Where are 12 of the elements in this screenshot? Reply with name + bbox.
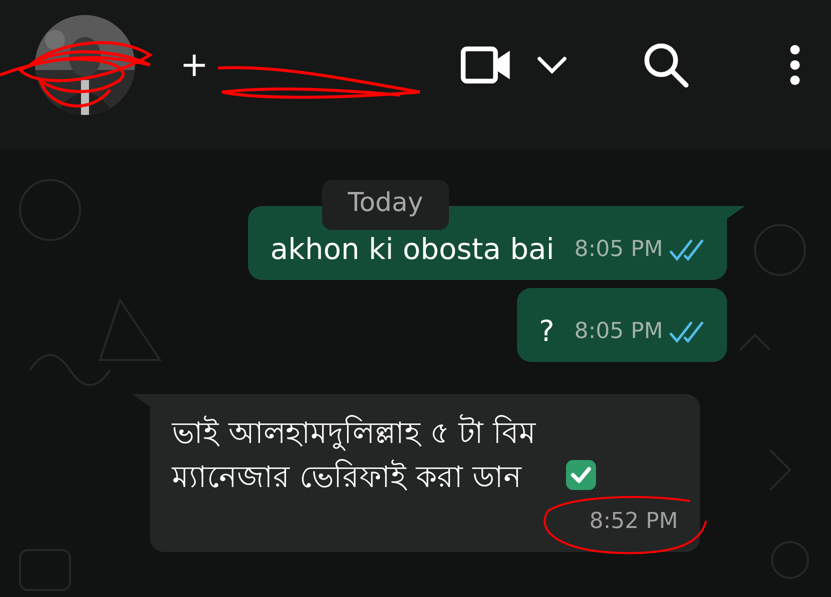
- search-icon[interactable]: [643, 42, 689, 88]
- message-text: ভাই আলহামদুলিল্লাহ ৫ টা বিম ম্যানেজার ভেরিফাই করা ডান: [172, 413, 538, 497]
- message-text: akhon ki obosta bai: [270, 232, 554, 266]
- message-time: 8:05 PM: [574, 319, 663, 344]
- message-time: 8:52 PM: [589, 509, 678, 534]
- video-call-icon[interactable]: [460, 46, 512, 84]
- menu-icon[interactable]: [789, 44, 801, 86]
- contact-number[interactable]: +: [180, 45, 208, 85]
- date-chip: Today: [322, 180, 450, 230]
- chevron-down-icon[interactable]: [536, 56, 568, 74]
- message-time: 8:05 PM: [574, 237, 663, 262]
- message-text: ?: [538, 314, 554, 348]
